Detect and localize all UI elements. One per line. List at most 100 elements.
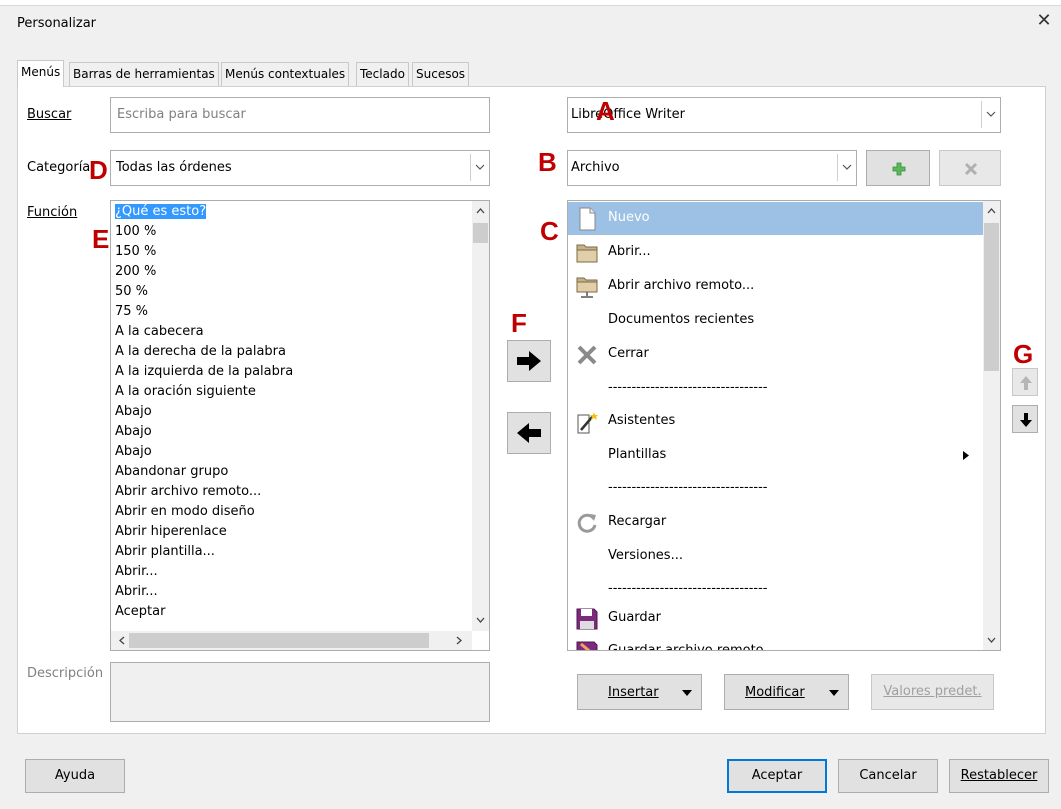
description-box — [110, 662, 490, 722]
list-item[interactable]: Abajo — [115, 442, 152, 462]
scroll-up-icon[interactable] — [476, 208, 485, 214]
scroll-thumb[interactable] — [984, 223, 999, 371]
move-down-button[interactable] — [1012, 405, 1038, 433]
menu-entry-guardar[interactable]: Guardar — [568, 602, 984, 635]
function-list[interactable]: ¿Qué es esto? 100 % 150 % 200 % 50 % 75 … — [110, 200, 490, 651]
scroll-up-icon[interactable] — [987, 208, 996, 214]
menu-separator: ---------------------------------- — [608, 480, 768, 495]
cancel-button[interactable]: Cancelar — [838, 759, 938, 793]
list-item[interactable]: A la oración siguiente — [115, 382, 256, 402]
scope-select[interactable]: LibreOffice Writer — [567, 97, 1001, 133]
scroll-down-icon[interactable] — [476, 617, 485, 623]
list-item[interactable]: 100 % — [115, 222, 156, 242]
menu-entry-cerrar[interactable]: Cerrar — [568, 338, 984, 371]
menu-entry-documentos-recientes[interactable]: Documentos recientes — [568, 304, 984, 337]
submenu-arrow-icon — [963, 451, 969, 460]
scope-value: LibreOffice Writer — [571, 107, 685, 122]
list-item[interactable]: Abrir... — [115, 562, 158, 582]
close-icon[interactable]: ✕ — [1034, 11, 1054, 31]
list-item[interactable]: ¿Qué es esto? — [115, 202, 207, 222]
close-x-icon — [577, 345, 597, 365]
list-item[interactable]: A la derecha de la palabra — [115, 342, 286, 362]
scroll-right-icon[interactable] — [456, 636, 462, 645]
menu-entry-abrir-remoto[interactable]: Abrir archivo remoto... — [568, 270, 984, 303]
annotation-a: A — [596, 96, 615, 126]
arrow-down-icon — [1020, 413, 1032, 427]
insert-button[interactable]: Insertar — [577, 674, 702, 710]
dropdown-arrow-icon — [829, 690, 839, 696]
annotation-b: B — [538, 147, 557, 177]
defaults-button[interactable]: Valores predet. — [871, 674, 994, 710]
hscroll-thumb[interactable] — [129, 633, 429, 648]
menu-select[interactable]: Archivo — [567, 150, 857, 186]
wizard-icon — [577, 412, 598, 434]
tab-context-menus[interactable]: Menús contextuales — [221, 62, 350, 86]
add-entry-button[interactable] — [507, 340, 551, 382]
list-item[interactable]: A la izquierda de la palabra — [115, 362, 293, 382]
menu-entry-guardar-remoto[interactable]: Guardar archivo remoto... — [568, 635, 984, 650]
category-label: Categoría — [27, 160, 91, 175]
search-input[interactable]: Escriba para buscar — [110, 97, 490, 133]
chevron-down-icon[interactable] — [837, 154, 856, 181]
save-remote-icon — [576, 641, 598, 650]
scroll-thumb[interactable] — [473, 223, 488, 243]
list-item[interactable]: Abrir archivo remoto... — [115, 482, 261, 502]
new-document-icon — [579, 207, 596, 231]
menu-entries-list[interactable]: Nuevo Abrir... Abrir archivo remoto... D… — [567, 200, 1001, 651]
chevron-down-icon[interactable] — [981, 101, 1000, 128]
help-button[interactable]: Ayuda — [25, 759, 125, 793]
ok-button[interactable]: Aceptar — [727, 759, 827, 793]
scroll-left-icon[interactable] — [119, 636, 125, 645]
remove-entry-button[interactable] — [507, 412, 551, 454]
tab-keyboard[interactable]: Teclado — [356, 62, 409, 86]
menu-entry-asistentes[interactable]: Asistentes — [568, 405, 984, 438]
list-item[interactable]: Abrir en modo diseño — [115, 502, 255, 522]
function-list-vscrollbar[interactable] — [472, 201, 489, 631]
annotation-g: G — [1013, 339, 1034, 369]
move-up-button[interactable] — [1012, 368, 1038, 396]
annotation-d: D — [89, 155, 108, 185]
menu-entries-vscrollbar[interactable] — [983, 201, 1000, 650]
menu-entry-plantillas[interactable]: Plantillas — [568, 439, 984, 472]
category-select[interactable]: Todas las órdenes — [110, 150, 490, 186]
list-item[interactable]: 50 % — [115, 282, 148, 302]
list-item[interactable]: 200 % — [115, 262, 156, 282]
remote-folder-icon — [576, 277, 598, 298]
menu-entry-recargar[interactable]: Recargar — [568, 506, 984, 539]
chevron-down-icon[interactable] — [470, 154, 489, 181]
description-label: Descripción — [27, 666, 104, 681]
scroll-down-icon[interactable] — [987, 637, 996, 643]
tab-events[interactable]: Sucesos — [412, 62, 470, 86]
annotation-c: C — [540, 216, 559, 246]
list-item[interactable]: Abrir... — [115, 582, 158, 602]
list-item[interactable]: 150 % — [115, 242, 156, 262]
list-item[interactable]: Aceptar — [115, 602, 165, 622]
tab-menus[interactable]: Menús — [17, 60, 65, 87]
tab-toolbars[interactable]: Barras de herramientas — [69, 62, 219, 86]
dialog-title: Personalizar — [17, 16, 97, 31]
menu-entry-versiones[interactable]: Versiones... — [568, 540, 984, 573]
menu-entry-nuevo[interactable]: Nuevo — [568, 202, 984, 235]
reset-button[interactable]: Restablecer — [949, 759, 1049, 793]
remove-menu-button[interactable] — [939, 150, 1001, 186]
arrow-up-icon — [1020, 376, 1032, 390]
arrow-left-icon — [517, 423, 541, 443]
list-item[interactable]: Abrir plantilla... — [115, 542, 215, 562]
search-placeholder: Escriba para buscar — [117, 107, 246, 122]
function-list-hscrollbar[interactable] — [111, 631, 472, 650]
menu-entry-abrir[interactable]: Abrir... — [568, 236, 984, 269]
list-item[interactable]: 75 % — [115, 302, 148, 322]
category-value: Todas las órdenes — [116, 160, 232, 175]
search-label: Buscar — [27, 107, 72, 122]
reset-button-label: Restablecer — [960, 768, 1038, 783]
list-item[interactable]: Abajo — [115, 402, 152, 422]
modify-button[interactable]: Modificar — [724, 674, 849, 710]
window-top-edge — [0, 0, 1061, 6]
add-menu-button[interactable] — [866, 150, 930, 186]
list-item[interactable]: Abandonar grupo — [115, 462, 228, 482]
function-label: Función — [27, 205, 78, 220]
save-icon — [576, 608, 598, 630]
list-item[interactable]: A la cabecera — [115, 322, 204, 342]
list-item[interactable]: Abajo — [115, 422, 152, 442]
list-item[interactable]: Abrir hiperenlace — [115, 522, 227, 542]
